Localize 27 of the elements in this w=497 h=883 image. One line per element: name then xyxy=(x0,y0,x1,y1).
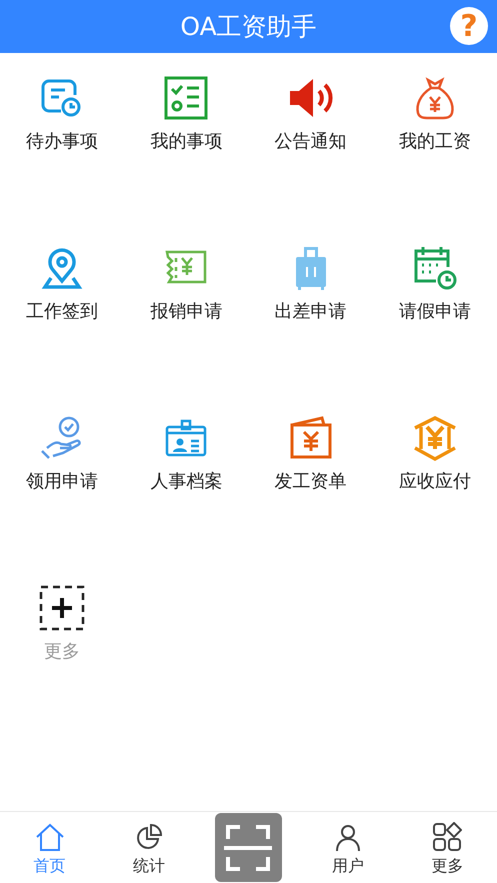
menu-item[interactable]: 工作签到 xyxy=(26,299,98,323)
menu-item[interactable]: 发工资单 xyxy=(274,469,347,493)
menu-item[interactable]: 请假申请 xyxy=(398,299,471,323)
nav-tab[interactable]: 用户 xyxy=(298,812,398,883)
menu-item[interactable]: 我的工资 xyxy=(398,129,471,153)
home-icon xyxy=(34,822,65,852)
checklist-icon xyxy=(163,75,210,121)
menu-item[interactable]: 公告通知 xyxy=(274,129,347,153)
apps-icon xyxy=(432,822,462,852)
menu-item[interactable]: 我的事项 xyxy=(150,129,222,153)
nav-tab[interactable]: 统计 xyxy=(99,812,199,883)
pie-chart-icon xyxy=(134,822,164,852)
add-icon xyxy=(39,585,86,631)
wallet-icon xyxy=(288,415,334,461)
house-yen-icon xyxy=(412,415,458,461)
scan-button[interactable] xyxy=(214,813,282,882)
nav-tab[interactable]: 更多 xyxy=(398,812,497,883)
menu-item[interactable]: 领用申请 xyxy=(26,469,98,493)
menu-item[interactable]: 待办事项 xyxy=(26,129,98,153)
scan-icon xyxy=(224,822,272,872)
menu-item[interactable]: 出差申请 xyxy=(274,299,347,323)
menu-item[interactable]: 人事档案 xyxy=(150,469,222,493)
menu-item[interactable]: 应收应付 xyxy=(398,469,471,493)
calendar-clock-icon xyxy=(412,245,458,291)
app-title: OA工资助手 xyxy=(180,11,317,43)
menu-item[interactable]: 报销申请 xyxy=(150,299,222,323)
nav-tab[interactable]: 首页 xyxy=(0,812,100,883)
